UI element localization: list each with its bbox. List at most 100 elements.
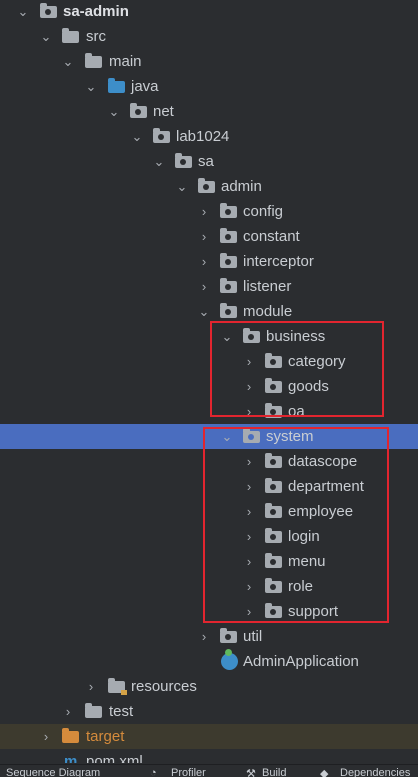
tree-row-util[interactable]: › util bbox=[0, 624, 418, 649]
tree-label: test bbox=[109, 703, 134, 720]
chevron-right-icon[interactable]: › bbox=[84, 674, 98, 699]
chevron-right-icon[interactable]: › bbox=[197, 249, 211, 274]
tree-label: pom.xml bbox=[86, 753, 143, 763]
folder-icon bbox=[85, 53, 102, 68]
package-icon bbox=[175, 153, 192, 168]
tree-row-business[interactable]: ⌄ business bbox=[0, 324, 418, 349]
chevron-right-icon[interactable]: › bbox=[197, 224, 211, 249]
package-icon bbox=[220, 628, 237, 643]
tree-row-admin-application[interactable]: AdminApplication bbox=[0, 649, 418, 674]
spring-boot-class-icon bbox=[221, 649, 238, 670]
tree-label: sa bbox=[198, 153, 214, 170]
package-icon bbox=[265, 353, 282, 368]
tree-label: java bbox=[131, 78, 159, 95]
tree-row-sa-admin[interactable]: ⌄ sa-admin bbox=[0, 0, 418, 24]
chevron-right-icon[interactable]: › bbox=[242, 574, 256, 599]
tree-row-resources[interactable]: › resources bbox=[0, 674, 418, 699]
chevron-right-icon[interactable]: › bbox=[242, 524, 256, 549]
package-icon bbox=[130, 103, 147, 118]
resources-folder-icon bbox=[108, 678, 127, 695]
package-icon bbox=[265, 453, 282, 468]
tree-row-system[interactable]: ⌄ system bbox=[0, 424, 418, 449]
chevron-down-icon[interactable]: ⌄ bbox=[175, 174, 189, 199]
tree-row-role[interactable]: › role bbox=[0, 574, 418, 599]
tree-row-department[interactable]: › department bbox=[0, 474, 418, 499]
chevron-right-icon[interactable]: › bbox=[39, 724, 53, 749]
bottom-tool-bar: Sequence Diagram ◔ Profiler ⚒ Build ◆ De… bbox=[0, 764, 418, 777]
tree-row-net[interactable]: ⌄ net bbox=[0, 99, 418, 124]
tree-label: admin bbox=[221, 178, 262, 195]
tree-row-module[interactable]: ⌄ module bbox=[0, 299, 418, 324]
chevron-right-icon[interactable]: › bbox=[242, 374, 256, 399]
tree-row-oa[interactable]: › oa bbox=[0, 399, 418, 424]
tree-row-listener[interactable]: › listener bbox=[0, 274, 418, 299]
chevron-down-icon[interactable]: ⌄ bbox=[220, 324, 234, 349]
tree-row-employee[interactable]: › employee bbox=[0, 499, 418, 524]
tree-row-main[interactable]: ⌄ main bbox=[0, 49, 418, 74]
chevron-right-icon[interactable]: › bbox=[197, 199, 211, 224]
package-icon bbox=[265, 378, 282, 393]
tree-label: interceptor bbox=[243, 253, 314, 270]
package-icon bbox=[265, 578, 282, 593]
chevron-down-icon[interactable]: ⌄ bbox=[220, 424, 234, 449]
chevron-right-icon[interactable]: › bbox=[61, 699, 75, 724]
tree-row-admin[interactable]: ⌄ admin bbox=[0, 174, 418, 199]
package-icon bbox=[265, 478, 282, 493]
chevron-right-icon[interactable]: › bbox=[242, 549, 256, 574]
chevron-down-icon[interactable]: ⌄ bbox=[61, 49, 75, 74]
package-icon bbox=[198, 178, 215, 193]
tree-row-lab1024[interactable]: ⌄ lab1024 bbox=[0, 124, 418, 149]
chevron-down-icon[interactable]: ⌄ bbox=[16, 0, 30, 24]
tree-row-target[interactable]: › target bbox=[0, 724, 418, 749]
tree-row-constant[interactable]: › constant bbox=[0, 224, 418, 249]
tree-label: config bbox=[243, 203, 284, 220]
tree-label: goods bbox=[288, 378, 329, 395]
tree-label: role bbox=[288, 578, 314, 595]
tree-row-sa[interactable]: ⌄ sa bbox=[0, 149, 418, 174]
tree-label: business bbox=[266, 328, 326, 345]
chevron-down-icon[interactable]: ⌄ bbox=[197, 299, 211, 324]
tree-row-goods[interactable]: › goods bbox=[0, 374, 418, 399]
tree-label: net bbox=[153, 103, 174, 120]
tree-label: AdminApplication bbox=[243, 653, 359, 670]
chevron-down-icon[interactable]: ⌄ bbox=[130, 124, 144, 149]
package-icon bbox=[220, 278, 237, 293]
tree-label: module bbox=[243, 303, 293, 320]
chevron-right-icon[interactable]: › bbox=[242, 474, 256, 499]
chevron-down-icon[interactable]: ⌄ bbox=[152, 149, 166, 174]
tree-label: main bbox=[109, 53, 142, 70]
tree-label: system bbox=[266, 428, 314, 445]
module-folder-icon bbox=[40, 3, 57, 18]
tree-label: oa bbox=[288, 403, 305, 420]
tree-row-pom[interactable]: m pom.xml bbox=[0, 749, 418, 763]
tree-label: datascope bbox=[288, 453, 358, 470]
tree-row-datascope[interactable]: › datascope bbox=[0, 449, 418, 474]
maven-icon: m bbox=[64, 753, 78, 763]
chevron-down-icon[interactable]: ⌄ bbox=[84, 74, 98, 99]
tree-row-config[interactable]: › config bbox=[0, 199, 418, 224]
chevron-right-icon[interactable]: › bbox=[242, 449, 256, 474]
chevron-down-icon[interactable]: ⌄ bbox=[107, 99, 121, 124]
tree-row-support[interactable]: › support bbox=[0, 599, 418, 624]
chevron-right-icon[interactable]: › bbox=[242, 399, 256, 424]
chevron-right-icon[interactable]: › bbox=[197, 624, 211, 649]
package-icon bbox=[243, 428, 260, 443]
tree-row-interceptor[interactable]: › interceptor bbox=[0, 249, 418, 274]
chevron-right-icon[interactable]: › bbox=[197, 274, 211, 299]
tree-row-test[interactable]: › test bbox=[0, 699, 418, 724]
chevron-down-icon[interactable]: ⌄ bbox=[39, 24, 53, 49]
chevron-right-icon[interactable]: › bbox=[242, 349, 256, 374]
tree-row-category[interactable]: › category bbox=[0, 349, 418, 374]
tree-label: target bbox=[86, 728, 125, 745]
chevron-right-icon[interactable]: › bbox=[242, 599, 256, 624]
package-icon bbox=[265, 603, 282, 618]
tree-row-src[interactable]: ⌄ src bbox=[0, 24, 418, 49]
folder-icon bbox=[62, 28, 79, 43]
tree-label: sa-admin bbox=[63, 3, 129, 20]
tree-row-java[interactable]: ⌄ java bbox=[0, 74, 418, 99]
tree-row-login[interactable]: › login bbox=[0, 524, 418, 549]
tree-label: menu bbox=[288, 553, 326, 570]
package-icon bbox=[265, 403, 282, 418]
tree-row-menu[interactable]: › menu bbox=[0, 549, 418, 574]
chevron-right-icon[interactable]: › bbox=[242, 499, 256, 524]
